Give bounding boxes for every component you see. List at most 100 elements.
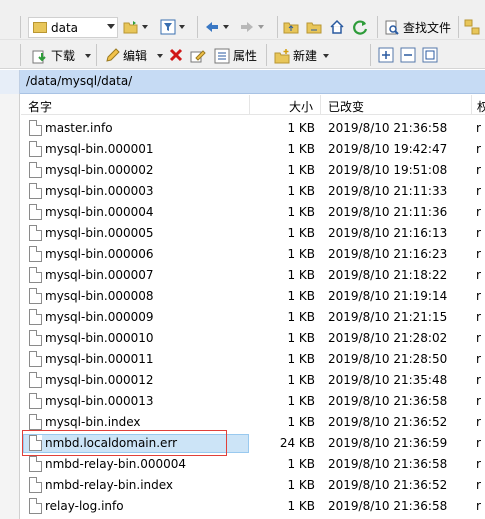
file-size: 1 KB [287,121,315,135]
table-row[interactable]: mysql-bin.000007 1 KB 2019/8/10 21:18:22 r [21,265,485,286]
file-modified: 2019/8/10 19:42:47 [328,142,448,156]
table-row[interactable]: mysql-bin.000001 1 KB 2019/8/10 19:42:47 r [21,139,485,160]
file-modified: 2019/8/10 21:18:22 [328,268,448,282]
table-row[interactable]: mysql-bin.000012 1 KB 2019/8/10 21:35:48 r [21,370,485,391]
file-name: nmbd-relay-bin.000004 [45,457,186,471]
home-button[interactable] [329,19,345,35]
file-rights: r [476,163,481,177]
path-bar[interactable]: /data/mysql/data/ [0,70,485,94]
annotation-highlight-box [22,430,227,456]
file-icon [29,120,42,136]
file-icon [29,246,42,262]
column-separator[interactable] [249,95,250,115]
file-size: 1 KB [287,499,315,513]
file-icon [29,288,42,304]
find-files-button[interactable]: 查找文件 [384,19,451,36]
file-name: mysql-bin.000009 [45,310,154,324]
chevron-down-icon [107,24,115,29]
table-row[interactable]: mysql-bin.000006 1 KB 2019/8/10 21:16:23 r [21,244,485,265]
download-button[interactable]: 下载 [32,47,92,64]
parent-directory-button[interactable] [283,19,299,35]
table-row[interactable]: mysql-bin.000011 1 KB 2019/8/10 21:28:50 r [21,349,485,370]
file-modified: 2019/8/10 21:36:52 [328,478,448,492]
table-row[interactable]: mysql-bin.000008 1 KB 2019/8/10 21:19:14 r [21,286,485,307]
file-icon [29,456,42,472]
table-row[interactable]: nmbd-relay-bin.index 1 KB 2019/8/10 21:36:… [21,475,485,496]
column-separator[interactable] [471,95,472,115]
file-name: mysql-bin.000013 [45,394,154,408]
file-modified: 2019/8/10 21:11:36 [328,205,448,219]
file-modified: 2019/8/10 21:36:58 [328,394,448,408]
file-rights: r [476,247,481,261]
table-row[interactable]: mysql-bin.000002 1 KB 2019/8/10 19:51:08 r [21,160,485,181]
table-row[interactable]: mysql-bin.000004 1 KB 2019/8/10 21:11:36 r [21,202,485,223]
filter-button[interactable] [160,19,185,35]
properties-icon [214,48,230,63]
select-all-button[interactable] [422,47,438,63]
file-modified: 2019/8/10 21:36:58 [328,121,448,135]
file-modified: 2019/8/10 21:36:52 [328,415,448,429]
root-directory-button[interactable] [306,19,322,35]
table-row[interactable]: master.info 1 KB 2019/8/10 21:36:58 r [21,118,485,139]
rename-button[interactable] [190,47,206,63]
find-files-icon [385,20,399,35]
select-files-button[interactable] [378,47,394,63]
file-icon [29,141,42,157]
toolbar-separator [370,44,371,66]
back-arrow-icon [206,22,218,32]
column-header-name[interactable]: 名字 [28,98,52,115]
table-row[interactable]: mysql-bin.000010 1 KB 2019/8/10 21:28:02 r [21,328,485,349]
table-row[interactable]: mysql-bin.000013 1 KB 2019/8/10 21:36:58 r [21,391,485,412]
edit-label: 编辑 [123,49,148,63]
edit-pencil-icon [106,47,120,62]
filter-icon [160,19,176,35]
back-button[interactable] [204,19,229,35]
toolbar-separator [458,16,459,38]
table-row[interactable]: nmbd-relay-bin.000004 1 KB 2019/8/10 21:36… [21,454,485,475]
unselect-files-button[interactable] [400,47,416,63]
refresh-button[interactable] [352,19,368,35]
column-header-rights[interactable]: 权 [477,98,485,115]
column-header-modified[interactable]: 已改变 [328,98,364,115]
synchronize-button[interactable] [464,19,480,35]
file-modified: 2019/8/10 21:36:58 [328,457,448,471]
table-row[interactable]: mysql-bin.000003 1 KB 2019/8/10 21:11:33 r [21,181,485,202]
table-row[interactable]: relay-log.info 1 KB 2019/8/10 21:36:58 r [21,496,485,517]
file-rights: r [476,373,481,387]
chevron-down-icon [323,53,330,58]
file-name: mysql-bin.000004 [45,205,154,219]
file-name: mysql-bin.000010 [45,331,154,345]
file-rights: r [476,226,481,240]
column-separator[interactable] [320,95,321,115]
open-folder-icon [123,21,138,34]
root-folder-icon [306,22,322,34]
file-icon [29,330,42,346]
open-folder-button[interactable] [123,19,148,35]
download-label: 下载 [51,49,76,63]
file-size: 1 KB [287,142,315,156]
file-modified: 2019/8/10 21:35:48 [328,373,448,387]
select-all-icon [422,47,438,63]
column-header-size[interactable]: 大小 [289,98,313,115]
file-modified: 2019/8/10 21:28:02 [328,331,448,345]
new-button[interactable]: 新建 [274,47,330,64]
file-icon [29,393,42,409]
file-icon [29,183,42,199]
forward-button[interactable] [239,19,264,35]
edit-button[interactable]: 编辑 [104,47,164,64]
file-rights: r [476,478,481,492]
table-row[interactable]: mysql-bin.000005 1 KB 2019/8/10 21:16:13 r [21,223,485,244]
delete-x-icon [169,48,183,62]
file-rights: r [476,436,481,450]
file-list-header: 名字 大小 已改变 权 [21,95,485,115]
table-row[interactable]: mysql-bin.000009 1 KB 2019/8/10 21:21:15 r [21,307,485,328]
file-icon [29,204,42,220]
folder-combo[interactable]: data [28,17,118,38]
file-name: mysql-bin.000005 [45,226,154,240]
toolbar-separator [277,16,278,38]
delete-button[interactable] [168,47,184,63]
file-size: 1 KB [287,415,315,429]
chevron-down-icon [258,25,264,29]
properties-button[interactable]: 属性 [214,47,257,64]
file-size: 24 KB [279,436,315,450]
